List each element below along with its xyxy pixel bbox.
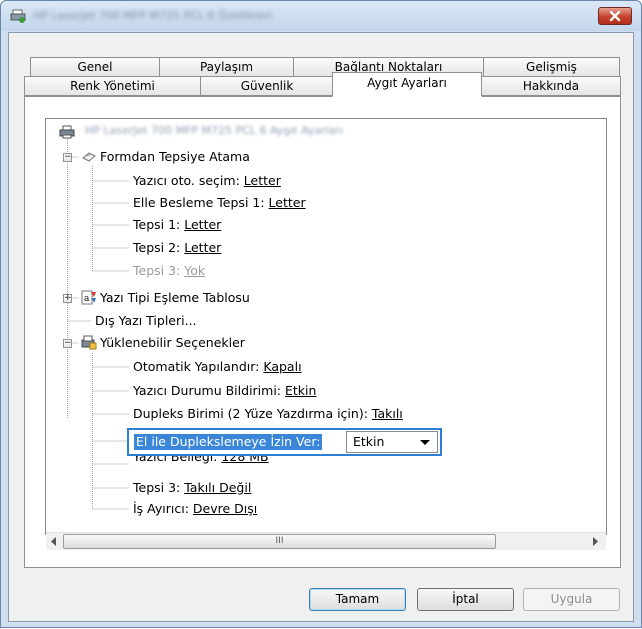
tree-installable-options[interactable]: Yüklenebilir Seçenekler xyxy=(100,335,245,352)
tree-item-disabled: Tepsi 3: Yok xyxy=(133,263,205,280)
manual-duplex-label: El ile Dupleks­lemeye İzin Ver: xyxy=(134,434,323,450)
item-value[interactable]: Takılı Değil xyxy=(184,480,251,495)
item-label: Otomatik Yapılandır: xyxy=(133,359,264,374)
item-label: İş Ayırıcı: xyxy=(133,501,193,516)
item-value: Yok xyxy=(184,263,206,278)
printer-properties-window: HP LaserJet 700 MFP M725 PCL 6 Özellikle… xyxy=(0,0,642,628)
item-label: Tepsi 3: xyxy=(133,480,185,495)
manual-duplex-select[interactable]: Etkin xyxy=(346,431,438,453)
chevron-down-icon[interactable] xyxy=(420,440,430,445)
item-value[interactable]: Etkin xyxy=(285,383,316,398)
item-value[interactable]: Devre Dışı xyxy=(193,501,257,516)
printer-icon xyxy=(59,125,75,139)
item-label: Dupleks Birimi (2 Yüze Yazdırma için): xyxy=(133,406,372,421)
item-label: Yazıcı oto. seçim: xyxy=(133,173,244,188)
installable-options-icon xyxy=(81,335,97,350)
item-label: Yazıcı Belleği: xyxy=(133,456,222,464)
item-value[interactable]: Kapalı xyxy=(263,359,301,374)
scroll-thumb[interactable]: III xyxy=(63,534,496,549)
tree-item[interactable]: Dupleks Birimi (2 Yüze Yazdırma için): T… xyxy=(133,406,443,423)
item-value[interactable]: Letter xyxy=(244,173,281,188)
expand-icon[interactable]: + xyxy=(63,294,72,303)
tree-item[interactable]: Tepsi 3: Takılı Değil xyxy=(133,480,251,497)
svg-text:a: a xyxy=(84,294,90,304)
tray-icon xyxy=(82,152,96,162)
tree-item[interactable]: Yazıcı Belleği: 128 MB xyxy=(133,456,269,465)
item-value[interactable]: 128 MB xyxy=(221,456,268,464)
tree-item[interactable]: Otomatik Yapılandır: Kapalı xyxy=(133,359,302,376)
tree-external-fonts[interactable]: Dış Yazı Tipleri... xyxy=(95,313,197,330)
manual-duplex-row[interactable]: El ile Dupleks­lemeye İzin Ver: Etkin xyxy=(127,428,442,456)
collapse-icon[interactable]: − xyxy=(63,153,72,162)
scroll-grip: III xyxy=(275,536,284,546)
horizontal-scrollbar[interactable]: III xyxy=(46,532,606,550)
item-value[interactable]: Takılı xyxy=(372,406,403,421)
tree-item[interactable]: Tepsi 2: Letter xyxy=(133,240,221,257)
ok-button[interactable]: Tamam xyxy=(309,588,406,611)
tree-item[interactable]: Yazıcı oto. seçim: Letter xyxy=(133,173,281,190)
item-value[interactable]: Letter xyxy=(269,195,306,210)
item-label: Tepsi 1: xyxy=(133,217,185,232)
item-label: Elle Besleme Tepsi 1: xyxy=(133,195,269,210)
cancel-button[interactable]: İptal xyxy=(417,588,514,611)
tree-item[interactable]: Tepsi 1: Letter xyxy=(133,217,221,234)
font-icon: a xyxy=(81,290,96,305)
scroll-left-icon[interactable] xyxy=(50,537,58,546)
item-value[interactable]: Letter xyxy=(184,217,221,232)
select-value: Etkin xyxy=(353,434,385,449)
tree-item[interactable]: Elle Besleme Tepsi 1: Letter xyxy=(133,195,306,212)
collapse-icon[interactable]: − xyxy=(63,339,72,348)
tab-device-settings[interactable]: Aygıt Ayarları xyxy=(332,72,482,97)
item-label: Tepsi 2: xyxy=(133,240,185,255)
item-value[interactable]: Letter xyxy=(184,240,221,255)
tree-form-to-tray[interactable]: Formdan Tepsiye Atama xyxy=(100,149,250,166)
tab-label: Aygıt Ayarları xyxy=(367,76,447,90)
item-label: Yazıcı Durumu Bildirimi: xyxy=(133,383,285,398)
tree-item[interactable]: Yazıcı Durumu Bildirimi: Etkin xyxy=(133,383,316,400)
tree-font-table[interactable]: Yazı Tipi Eşleme Tablosu xyxy=(100,290,250,307)
scroll-right-icon[interactable] xyxy=(591,537,599,546)
item-label: Tepsi 3: xyxy=(133,263,185,278)
tree-root-label: HP LaserJet 700 MFP M725 PCL 6 Aygıt Aya… xyxy=(85,124,344,137)
apply-button[interactable]: Uygula xyxy=(523,588,620,611)
tree-item[interactable]: İş Ayırıcı: Devre Dışı xyxy=(133,501,257,518)
